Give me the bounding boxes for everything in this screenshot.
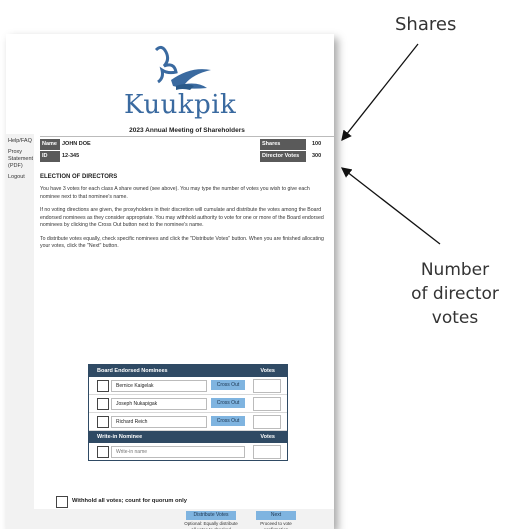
main-content: 2023 Annual Meeting of Shareholders Name… <box>40 126 334 529</box>
kuukpik-logo-text: Kuukpik <box>124 90 237 120</box>
director-votes-value: 300 <box>312 153 322 159</box>
shares-arrow <box>341 43 419 142</box>
director-votes-label: Director Votes <box>260 151 306 162</box>
shareholder-id-row: ID 12-345 Director Votes 300 <box>40 151 334 162</box>
next-button[interactable]: Next <box>256 511 296 520</box>
distribute-note: Optional: Equally distribute all votes t… <box>184 521 238 529</box>
instructions-paragraph-1: You have 3 votes for each class A share … <box>40 186 310 200</box>
nominee-row: Joseph Nukapigak Cross Out <box>89 395 287 413</box>
write-in-votes-header: Votes <box>260 434 275 440</box>
name-value: JOHN DOE <box>62 141 91 147</box>
nominee-checkbox[interactable] <box>97 398 109 410</box>
name-label: Name <box>40 139 60 150</box>
withhold-label: Withhold all votes; count for quorum onl… <box>72 498 187 504</box>
votes-header: Votes <box>260 368 275 374</box>
cross-out-button[interactable]: Cross Out <box>211 416 245 426</box>
nominee-row: Bernice Kaigelak Cross Out <box>89 377 287 395</box>
sidebar-item-help-faq[interactable]: Help/FAQ <box>8 138 32 145</box>
id-value: 12-345 <box>62 153 80 159</box>
sidebar: Help/FAQ Proxy Statement (PDF) Logout <box>6 134 34 529</box>
nominee-name: Richard Reich <box>111 416 207 428</box>
shares-value: 100 <box>312 141 322 147</box>
director-votes-annotation-line-1: Number <box>420 260 490 280</box>
instructions-paragraph-3: To distribute votes equally, check speci… <box>40 235 324 250</box>
nominee-row: Richard Reich Cross Out <box>89 413 287 431</box>
cross-out-button[interactable]: Cross Out <box>211 398 245 408</box>
ballot-page: Kuukpik Help/FAQ Proxy Statement (PDF) L… <box>6 34 334 529</box>
nominee-checkbox[interactable] <box>97 380 109 392</box>
instructions-paragraph-2: If no voting directions are given, the p… <box>40 207 324 228</box>
votes-input[interactable] <box>253 397 281 411</box>
sidebar-item-logout[interactable]: Logout <box>8 174 32 181</box>
director-votes-arrow <box>340 167 441 245</box>
shareholder-name-row: Name JOHN DOE Shares 100 <box>40 139 334 150</box>
write-in-checkbox[interactable] <box>97 446 109 458</box>
board-nominees-header-label: Board Endorsed Nominees <box>97 368 168 374</box>
next-note: Proceed to vote confirmation <box>260 521 292 529</box>
write-in-header: Write-in Nominee Votes <box>89 431 287 443</box>
nominee-checkbox[interactable] <box>97 416 109 428</box>
votes-input[interactable] <box>253 379 281 393</box>
shares-label: Shares <box>260 139 306 150</box>
distribute-votes-button[interactable]: Distribute Votes <box>186 511 236 520</box>
nominee-name: Bernice Kaigelak <box>111 380 207 392</box>
nominee-name: Joseph Nukapigak <box>111 398 207 410</box>
ballot-table: Board Endorsed Nominees Votes Bernice Ka… <box>88 364 288 461</box>
write-in-row <box>89 443 287 460</box>
write-in-name-input[interactable] <box>111 446 245 458</box>
withhold-option[interactable]: Withhold all votes; count for quorum onl… <box>56 496 187 508</box>
actions-footer: Distribute Votes Optional: Equally distr… <box>6 509 334 529</box>
director-votes-annotation: Number of director votes <box>400 258 510 330</box>
shares-annotation: Shares <box>395 14 457 35</box>
write-in-header-label: Write-in Nominee <box>97 434 143 440</box>
id-label: ID <box>40 151 60 162</box>
director-votes-annotation-line-3: votes <box>431 308 479 328</box>
votes-input[interactable] <box>253 415 281 429</box>
withhold-checkbox[interactable] <box>56 496 68 508</box>
meeting-title: 2023 Annual Meeting of Shareholders <box>40 126 334 137</box>
cross-out-button[interactable]: Cross Out <box>211 380 245 390</box>
write-in-votes-input[interactable] <box>253 445 281 459</box>
director-votes-annotation-line-2: of director <box>411 284 499 304</box>
sidebar-item-proxy-statement[interactable]: Proxy Statement (PDF) <box>8 149 33 170</box>
board-nominees-header: Board Endorsed Nominees Votes <box>89 365 287 377</box>
election-title: ELECTION OF DIRECTORS <box>40 174 118 180</box>
